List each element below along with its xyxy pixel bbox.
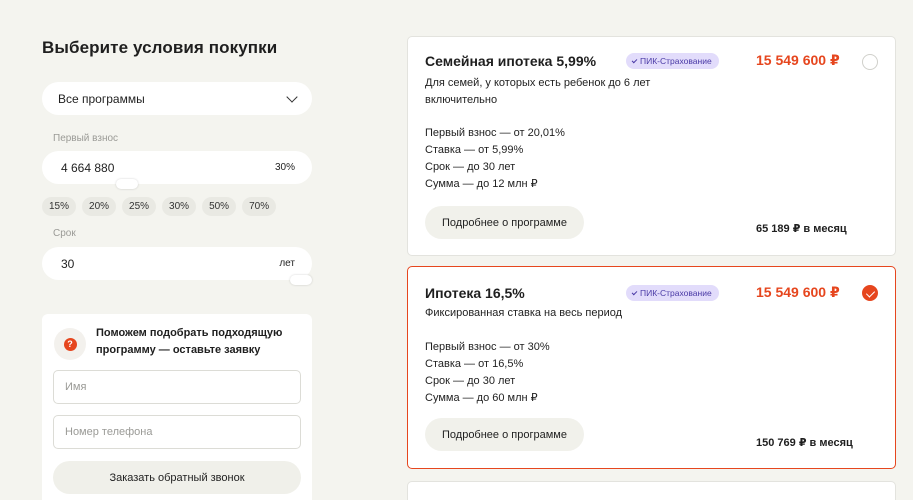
monthly-payment: 65 189 ₽ в месяц <box>756 223 847 235</box>
percent-chip[interactable]: 70% <box>242 197 277 216</box>
page-title: Выберите условия покупки <box>42 38 278 57</box>
program-price: 15 549 600 ₽ <box>756 52 840 68</box>
down-payment-value: 4 664 880 <box>61 160 115 175</box>
callback-button[interactable]: Заказать обратный звонок <box>53 461 301 494</box>
program-description: Фиксированная ставка на весь период <box>425 307 623 319</box>
term-slider-handle[interactable] <box>290 275 312 285</box>
program-term: Первый взнос — от 30% <box>425 341 550 353</box>
chevron-down-icon <box>286 90 298 103</box>
program-terms: Первый взнос — от 20,01% Ставка — от 5,9… <box>425 125 565 193</box>
percent-chip[interactable]: 20% <box>82 197 117 216</box>
insurance-badge: ПИК-Страхование <box>626 285 719 301</box>
program-select[interactable]: Все программы <box>42 82 312 115</box>
percent-chip[interactable]: 30% <box>162 197 197 216</box>
program-details-button[interactable]: Подробнее о программе <box>425 418 584 451</box>
question-icon: ? <box>54 328 86 360</box>
program-radio-checked[interactable] <box>862 285 878 301</box>
program-title: Семейная ипотека 5,99% <box>425 53 597 69</box>
program-term: Сумма — до 60 млн ₽ <box>425 392 538 404</box>
down-payment-percent: 30% <box>274 162 295 173</box>
term-unit: лет <box>279 258 295 269</box>
program-card-selected[interactable]: Ипотека 16,5% ПИК-Страхование 15 549 600… <box>407 266 896 469</box>
percent-chip[interactable]: 15% <box>42 197 77 216</box>
program-term: Срок — до 30 лет <box>425 375 516 387</box>
percent-chip[interactable]: 50% <box>202 197 237 216</box>
percent-chips: 15% 20% 25% 30% 50% 70% <box>42 197 277 216</box>
insurance-badge-label: ПИК-Страхование <box>640 56 712 66</box>
check-icon <box>631 57 638 63</box>
insurance-badge-label: ПИК-Страхование <box>640 288 712 298</box>
program-term: Первый взнос — от 20,01% <box>425 127 565 139</box>
down-payment-slider-handle[interactable] <box>116 179 138 189</box>
program-select-value: Все программы <box>58 91 145 106</box>
program-card[interactable]: Семейная ипотека 5,99% ПИК-Страхование 1… <box>407 36 896 256</box>
program-term: Срок — до 30 лет <box>425 161 516 173</box>
program-term: Ставка — от 16,5% <box>425 358 524 370</box>
check-icon <box>631 289 638 295</box>
phone-input[interactable] <box>53 415 301 449</box>
down-payment-label: Первый взнос <box>53 133 119 144</box>
lead-form: ? Поможем подобрать подходящую программу… <box>42 314 312 500</box>
question-icon-glyph: ? <box>63 337 77 351</box>
program-card-partial[interactable] <box>407 481 896 500</box>
program-price: 15 549 600 ₽ <box>756 284 840 300</box>
term-label: Срок <box>53 228 76 239</box>
name-input[interactable] <box>53 370 301 404</box>
program-term: Ставка — от 5,99% <box>425 144 524 156</box>
monthly-payment: 150 769 ₽ в месяц <box>756 437 853 449</box>
lead-form-text: Поможем подобрать подходящую программу —… <box>96 327 283 356</box>
term-input[interactable]: 30 лет <box>42 247 312 280</box>
program-details-button[interactable]: Подробнее о программе <box>425 206 584 239</box>
program-radio[interactable] <box>862 54 878 70</box>
program-terms: Первый взнос — от 30% Ставка — от 16,5% … <box>425 339 550 407</box>
program-title: Ипотека 16,5% <box>425 285 525 301</box>
down-payment-input[interactable]: 4 664 880 30% <box>42 151 312 184</box>
percent-chip[interactable]: 25% <box>122 197 157 216</box>
insurance-badge: ПИК-Страхование <box>626 53 719 69</box>
program-description: Для семей, у которых есть ребенок до 6 л… <box>425 77 651 106</box>
program-term: Сумма — до 12 млн ₽ <box>425 178 538 190</box>
term-value: 30 <box>61 256 75 271</box>
